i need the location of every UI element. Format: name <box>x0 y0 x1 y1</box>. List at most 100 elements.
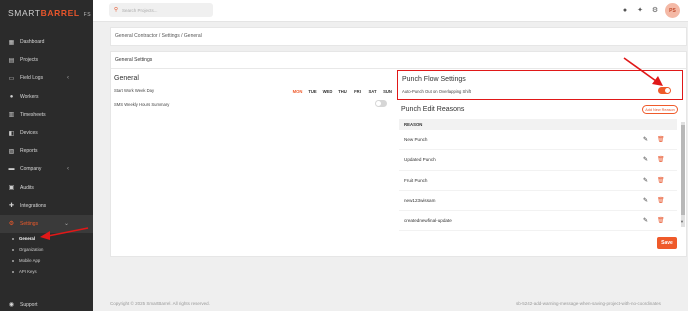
submenu-item-mobile-app[interactable]: Mobile App <box>12 255 93 266</box>
submenu-item-label: API Keys <box>19 269 37 275</box>
pencil-icon[interactable]: ✎ <box>643 217 648 224</box>
devices-icon: ◧ <box>8 130 15 137</box>
save-button[interactable]: Save <box>657 237 677 249</box>
sidebar-item-label: Dashboard <box>20 39 45 46</box>
scroll-down-arrow-icon[interactable]: ▼ <box>680 219 684 224</box>
submenu-item-organization[interactable]: Organization <box>12 244 93 255</box>
workers-icon: ● <box>9 93 14 100</box>
sidebar-item-label: Audits <box>20 184 34 191</box>
day-fri[interactable]: FRI <box>352 89 363 94</box>
field-logs-icon: ▭ <box>8 75 15 82</box>
reason-text: creatednewfinal-update <box>404 218 452 224</box>
sidebar-item-field-logs[interactable]: ▭ Field Logs ‹ <box>0 69 93 87</box>
sun-icon[interactable]: ✦ <box>636 6 644 14</box>
avatar[interactable]: PS <box>665 3 680 18</box>
auto-punch-toggle[interactable] <box>658 87 671 94</box>
day-mon[interactable]: MON <box>292 89 303 94</box>
sidebar-item-audits[interactable]: ▣ Audits <box>0 179 93 197</box>
search-input[interactable] <box>122 7 203 13</box>
app-logo[interactable]: SMARTBARREL FS <box>8 8 91 18</box>
punch-flow-settings-box: Punch Flow Settings Auto-Punch Out on Ov… <box>397 70 683 100</box>
weekday-selector: MON TUE WED THU FRI SAT SUN <box>292 89 393 94</box>
moon-icon[interactable]: ● <box>621 6 629 14</box>
trash-icon[interactable]: 🗑 <box>657 197 665 204</box>
trash-icon[interactable]: 🗑 <box>657 217 665 224</box>
settings-icon: ⚙ <box>8 221 15 228</box>
audits-icon: ▣ <box>8 185 15 192</box>
folder-icon: ▤ <box>8 57 15 64</box>
scrollbar-thumb[interactable] <box>681 125 685 215</box>
add-new-reason-button[interactable]: Add New Reason <box>642 105 678 114</box>
pencil-icon[interactable]: ✎ <box>643 197 648 204</box>
divider <box>111 68 686 69</box>
panel-title: General Settings <box>115 57 153 63</box>
sidebar-item-dashboard[interactable]: ▦ Dashboard <box>0 33 93 51</box>
dashboard-icon: ▦ <box>8 39 15 46</box>
sidebar-item-label: Settings <box>20 220 39 227</box>
pencil-icon[interactable]: ✎ <box>643 156 648 163</box>
sidebar-item-label: Workers <box>20 93 39 100</box>
timesheets-icon: ▥ <box>8 112 15 119</box>
reason-text: New Punch <box>404 137 428 143</box>
punch-flow-title: Punch Flow Settings <box>402 76 466 83</box>
table-scrollbar[interactable] <box>681 122 685 227</box>
trash-icon[interactable]: 🗑 <box>657 136 665 143</box>
day-tue[interactable]: TUE <box>307 89 318 94</box>
reason-text: Updated Punch <box>404 157 436 163</box>
sidebar-item-support[interactable]: ◉ Support <box>8 301 38 309</box>
chevron-left-icon: ‹ <box>67 75 69 82</box>
sidebar: SMARTBARREL FS ▦ Dashboard ▤ Projects ▭ F… <box>0 0 93 311</box>
submenu-item-label: Organization <box>19 247 44 253</box>
bullet-icon <box>12 248 14 251</box>
sidebar-item-timesheets[interactable]: ▥ Timesheets <box>0 106 93 124</box>
day-sun[interactable]: SUN <box>382 89 393 94</box>
bullet-icon <box>12 237 14 240</box>
gear-icon[interactable]: ⚙ <box>651 6 659 14</box>
sidebar-item-company[interactable]: ▬ Company ‹ <box>0 160 93 178</box>
day-wed[interactable]: WED <box>322 89 333 94</box>
support-icon: ◉ <box>8 302 15 308</box>
sms-summary-label: SMS Weekly Hours Summary <box>114 102 170 107</box>
day-thu[interactable]: THU <box>337 89 348 94</box>
search-box[interactable]: ⚲ <box>109 3 213 17</box>
trash-icon[interactable]: 🗑 <box>657 177 665 184</box>
table-row: New Punch ✎ 🗑 <box>399 130 677 151</box>
table-row: new123wissam ✎ 🗑 <box>399 191 677 212</box>
settings-submenu: General Organization Mobile App API Keys <box>0 233 93 277</box>
sidebar-item-settings[interactable]: ⚙ Settings ⌄ <box>0 214 93 234</box>
reason-text: new123wissam <box>404 198 436 204</box>
reports-icon: ▨ <box>8 148 15 155</box>
integrations-icon: ✚ <box>8 203 15 210</box>
pencil-icon[interactable]: ✎ <box>643 136 648 143</box>
bullet-icon <box>12 270 14 273</box>
reasons-table: REASON New Punch ✎ 🗑 Updated Punch ✎ 🗑 F… <box>399 119 677 232</box>
sidebar-item-label: Support <box>20 301 38 308</box>
logo-text-barrel: BARREL <box>40 8 80 18</box>
sidebar-item-projects[interactable]: ▤ Projects <box>0 51 93 69</box>
logo-text-smart: SMART <box>8 8 41 18</box>
trash-icon[interactable]: 🗑 <box>657 156 665 163</box>
sidebar-item-workers[interactable]: ● Workers <box>0 88 93 106</box>
table-header: REASON <box>399 119 677 130</box>
submenu-item-general[interactable]: General <box>12 233 93 244</box>
general-settings-panel: General Settings General Start Work Week… <box>110 51 687 257</box>
breadcrumb: General Contractor / Settings / General <box>115 33 202 39</box>
sidebar-item-label: Reports <box>20 148 38 155</box>
sms-summary-toggle[interactable] <box>375 100 387 107</box>
sidebar-item-label: Integrations <box>20 202 47 209</box>
day-sat[interactable]: SAT <box>367 89 378 94</box>
sidebar-item-reports[interactable]: ▨ Reports <box>0 142 93 160</box>
logo-suffix: FS <box>83 12 92 18</box>
chevron-down-icon: ⌄ <box>63 221 69 228</box>
reason-text: Fruit Punch <box>404 177 428 183</box>
submenu-item-api-keys[interactable]: API Keys <box>12 266 93 277</box>
sidebar-item-integrations[interactable]: ✚ Integrations <box>0 197 93 215</box>
general-section-title: General <box>114 75 139 82</box>
search-icon: ⚲ <box>114 7 119 13</box>
start-week-label: Start Work Week Day <box>114 88 155 93</box>
pencil-icon[interactable]: ✎ <box>643 177 648 184</box>
toggle-knob <box>376 101 381 106</box>
auto-punch-label: Auto-Punch Out on Overlapping Shift <box>402 89 471 94</box>
sidebar-nav: ▦ Dashboard ▤ Projects ▭ Field Logs ‹ ● … <box>0 33 93 277</box>
sidebar-item-devices[interactable]: ◧ Devices <box>0 124 93 142</box>
